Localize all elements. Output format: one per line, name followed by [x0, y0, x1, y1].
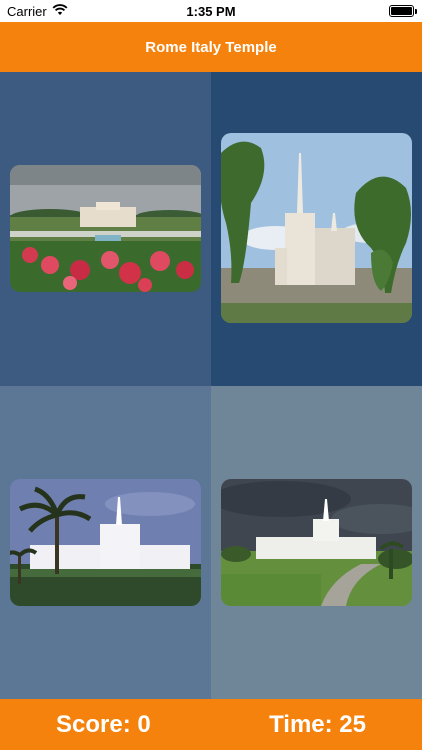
temple-photo-rome[interactable]: [221, 133, 412, 323]
tile-1[interactable]: [0, 72, 211, 386]
tile-2[interactable]: [211, 72, 422, 386]
bottom-bar: Score: 0 Time: 25: [0, 699, 422, 750]
temple-grid: [0, 72, 422, 699]
tile-4[interactable]: [211, 386, 422, 699]
navigation-bar: Rome Italy Temple: [0, 22, 422, 72]
score-label: Score: 0: [56, 711, 151, 738]
page-title: Rome Italy Temple: [145, 38, 277, 56]
status-time: 1:35 PM: [186, 4, 236, 19]
temple-photo-palms[interactable]: [10, 479, 201, 606]
timer-label: Time: 25: [269, 711, 366, 738]
status-bar: Carrier 1:35 PM: [0, 0, 422, 22]
tile-3[interactable]: [0, 386, 211, 699]
battery-icon: [389, 5, 417, 17]
temple-photo-laie[interactable]: [10, 165, 201, 292]
temple-photo-storm[interactable]: [221, 479, 412, 606]
